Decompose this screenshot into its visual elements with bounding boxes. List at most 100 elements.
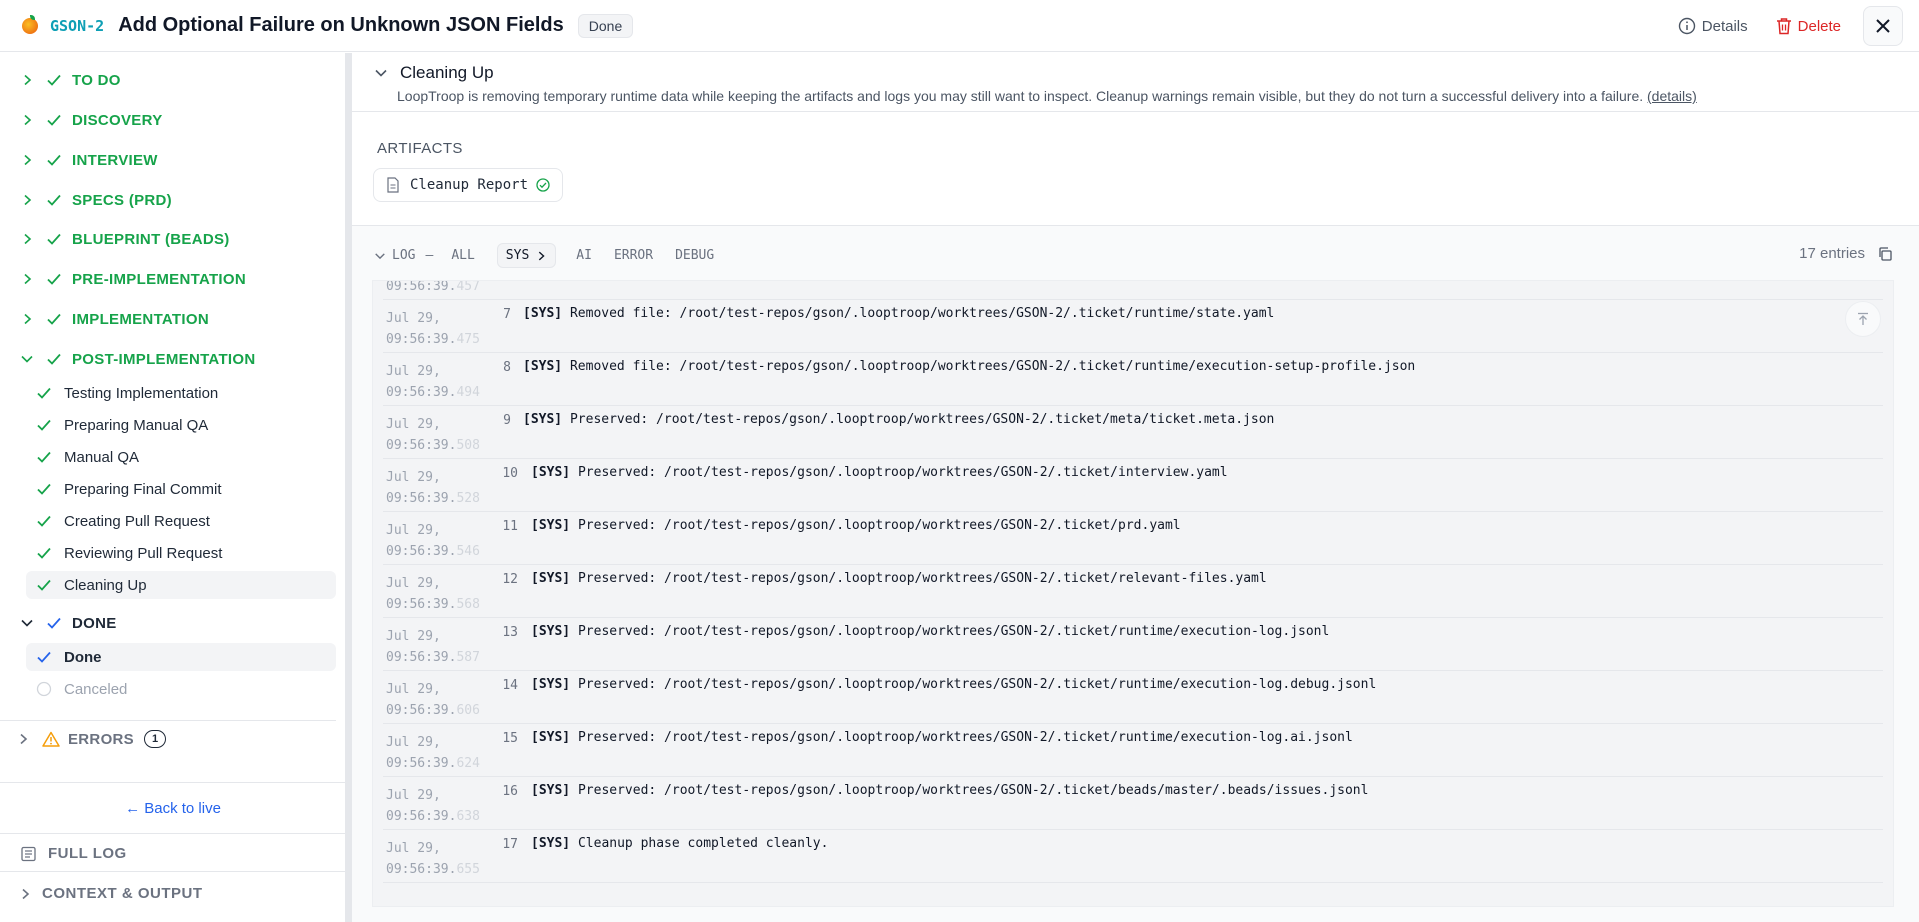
log-tag: [SYS] bbox=[523, 306, 563, 321]
log-tag: [SYS] bbox=[531, 465, 571, 480]
log-row[interactable]: Jul 29, 09:56:39.655 17 [SYS] Cleanup phase… bbox=[383, 830, 1883, 883]
log-row[interactable]: Jul 29, 09:56:39.606 14 [SYS] Preserved: /r… bbox=[383, 671, 1883, 724]
check-icon bbox=[47, 154, 61, 166]
log-text: Preserved: /root/test-repos/gson/.looptr… bbox=[569, 412, 1275, 427]
tab-debug[interactable]: DEBUG bbox=[675, 248, 714, 263]
close-button[interactable] bbox=[1863, 6, 1903, 46]
phase-item[interactable]: INTERVIEW bbox=[20, 148, 158, 172]
scroll-to-top-button[interactable] bbox=[1845, 301, 1881, 337]
phase-sidebar: TO DO DISCOVERY INTERVIEW SPECS (PRD) BLUEPR… bbox=[0, 53, 346, 922]
check-icon bbox=[37, 651, 51, 663]
log-row[interactable]: Jul 29, 09:56:39.546 11 [SYS] Preserved: /r… bbox=[383, 512, 1883, 565]
log-row[interactable]: Jul 29, 09:56:39.475 7 [SYS] Removed file: … bbox=[383, 300, 1883, 353]
log-timestamp: Jul 29, 09:56:39.624 bbox=[386, 732, 480, 774]
delete-button[interactable]: Delete bbox=[1776, 17, 1841, 35]
step-item[interactable]: Reviewing Pull Request bbox=[26, 539, 336, 567]
step-item[interactable]: Cleaning Up bbox=[26, 571, 336, 599]
log-time-line: 09:56:39.638 bbox=[386, 806, 480, 827]
timestamp-ms: 546 bbox=[456, 544, 480, 559]
log-text: Preserved: /root/test-repos/gson/.looptr… bbox=[577, 624, 1330, 639]
check-icon bbox=[47, 74, 61, 86]
mango-logo-icon bbox=[22, 14, 38, 34]
details-link[interactable]: (details) bbox=[1647, 88, 1697, 104]
step-item[interactable]: Manual QA bbox=[26, 443, 336, 471]
log-timestamp: Jul 29, 09:56:39.606 bbox=[386, 679, 480, 721]
step-label: Cleaning Up bbox=[64, 576, 147, 594]
log-line-number: 16 bbox=[502, 784, 518, 799]
log-row[interactable]: Jul 29, 09:56:39.638 16 [SYS] Preserved: /r… bbox=[383, 777, 1883, 830]
check-icon bbox=[47, 617, 61, 629]
timestamp-hms: 09:56:39. bbox=[386, 438, 457, 453]
step-label: Canceled bbox=[64, 680, 128, 698]
phase-item[interactable]: PRE-IMPLEMENTATION bbox=[20, 267, 246, 291]
timestamp-ms: 475 bbox=[456, 332, 480, 347]
check-icon bbox=[37, 451, 51, 463]
step-item[interactable]: Creating Pull Request bbox=[26, 507, 336, 535]
log-line-number: 10 bbox=[502, 466, 518, 481]
log-row[interactable]: Jul 29, 09:56:39.508 9 [SYS] Preserved: /ro… bbox=[383, 406, 1883, 459]
log-line-number: 13 bbox=[502, 625, 518, 640]
log-row[interactable]: Jul 29, 09:56:39.528 10 [SYS] Preserved: /r… bbox=[383, 459, 1883, 512]
log-date: Jul 29, bbox=[386, 682, 441, 697]
full-log-button[interactable]: FULL LOG bbox=[20, 845, 127, 862]
log-date: Jul 29, bbox=[386, 417, 441, 432]
phase-item[interactable]: POST-IMPLEMENTATION bbox=[20, 347, 255, 371]
log-timestamp: Jul 29, 09:56:39.494 bbox=[386, 361, 480, 403]
log-timestamp: 09:56:39.457 bbox=[386, 280, 480, 294]
log-panel[interactable]: 09:56:39.457 Jul 29, 09:56:39.475 7 [SYS] R… bbox=[372, 280, 1894, 907]
tab-error[interactable]: ERROR bbox=[614, 248, 653, 263]
step-item[interactable]: Preparing Final Commit bbox=[26, 475, 336, 503]
back-to-live-link[interactable]: ← Back to live bbox=[0, 800, 346, 817]
context-output-section[interactable]: CONTEXT & OUTPUT bbox=[18, 885, 203, 902]
arrow-up-to-line-icon bbox=[1858, 312, 1868, 325]
step-item[interactable]: Testing Implementation bbox=[26, 379, 336, 407]
ticket-id[interactable]: GSON-2 bbox=[50, 17, 104, 35]
step-done[interactable]: Done bbox=[26, 643, 336, 671]
log-time-line: 09:56:39.606 bbox=[386, 700, 480, 721]
timestamp-ms: 655 bbox=[456, 862, 480, 877]
log-row[interactable]: Jul 29, 09:56:39.587 13 [SYS] Preserved: /r… bbox=[383, 618, 1883, 671]
log-line-number: 11 bbox=[502, 519, 518, 534]
chevron-down-icon[interactable] bbox=[374, 250, 386, 262]
chevron-right-icon bbox=[22, 888, 30, 899]
tab-ai[interactable]: AI bbox=[576, 248, 592, 263]
errors-section[interactable]: ERRORS 1 bbox=[16, 730, 167, 748]
check-icon bbox=[47, 313, 61, 325]
app-header: GSON-2 Add Optional Failure on Unknown J… bbox=[0, 0, 1919, 52]
copy-icon[interactable] bbox=[1877, 246, 1893, 262]
log-timestamp: Jul 29, 09:56:39.475 bbox=[386, 308, 480, 350]
log-row[interactable]: Jul 29, 09:56:39.568 12 [SYS] Preserved: /r… bbox=[383, 565, 1883, 618]
timestamp-hms: 09:56:39. bbox=[386, 862, 457, 877]
log-tag: [SYS] bbox=[531, 836, 571, 851]
log-time-line: 09:56:39.546 bbox=[386, 541, 480, 562]
phase-item[interactable]: DISCOVERY bbox=[20, 108, 163, 132]
chevron-down-icon bbox=[21, 619, 33, 627]
log-time-line: 09:56:39.587 bbox=[386, 647, 480, 668]
phase-done[interactable]: DONE bbox=[20, 611, 117, 635]
phase-label: TO DO bbox=[72, 71, 121, 89]
log-text: Removed file: /root/test-repos/gson/.loo… bbox=[569, 306, 1275, 321]
details-button[interactable]: Details bbox=[1678, 17, 1748, 35]
phase-item[interactable]: IMPLEMENTATION bbox=[20, 307, 209, 331]
divider bbox=[352, 225, 1919, 226]
section-header[interactable]: Cleaning Up bbox=[374, 63, 494, 83]
log-row[interactable]: Jul 29, 09:56:39.624 15 [SYS] Preserved: /r… bbox=[383, 724, 1883, 777]
status-badge: Done bbox=[577, 13, 634, 38]
log-row[interactable]: Jul 29, 09:56:39.494 8 [SYS] Removed file: … bbox=[383, 353, 1883, 406]
step-item[interactable]: Preparing Manual QA bbox=[26, 411, 336, 439]
phase-label: DONE bbox=[72, 614, 117, 632]
artifact-chip[interactable]: Cleanup Report bbox=[373, 168, 564, 202]
phase-item[interactable]: BLUEPRINT (BEADS) bbox=[20, 227, 230, 251]
log-date: Jul 29, bbox=[386, 576, 441, 591]
step-canceled[interactable]: Canceled bbox=[26, 675, 336, 703]
tab-all[interactable]: ALL bbox=[451, 248, 474, 263]
phase-item[interactable]: TO DO bbox=[20, 68, 121, 92]
tab-sys[interactable]: SYS bbox=[496, 243, 557, 268]
log-message: [SYS] Removed file: /root/test-repos/gso… bbox=[523, 359, 1415, 374]
log-date: Jul 29, bbox=[386, 470, 441, 485]
log-message: [SYS] Removed file: /root/test-repos/gso… bbox=[523, 306, 1274, 321]
phase-item[interactable]: SPECS (PRD) bbox=[20, 188, 172, 212]
log-timestamp: Jul 29, 09:56:39.655 bbox=[386, 838, 480, 880]
delete-label: Delete bbox=[1797, 17, 1841, 35]
timestamp-ms: 457 bbox=[456, 280, 480, 294]
